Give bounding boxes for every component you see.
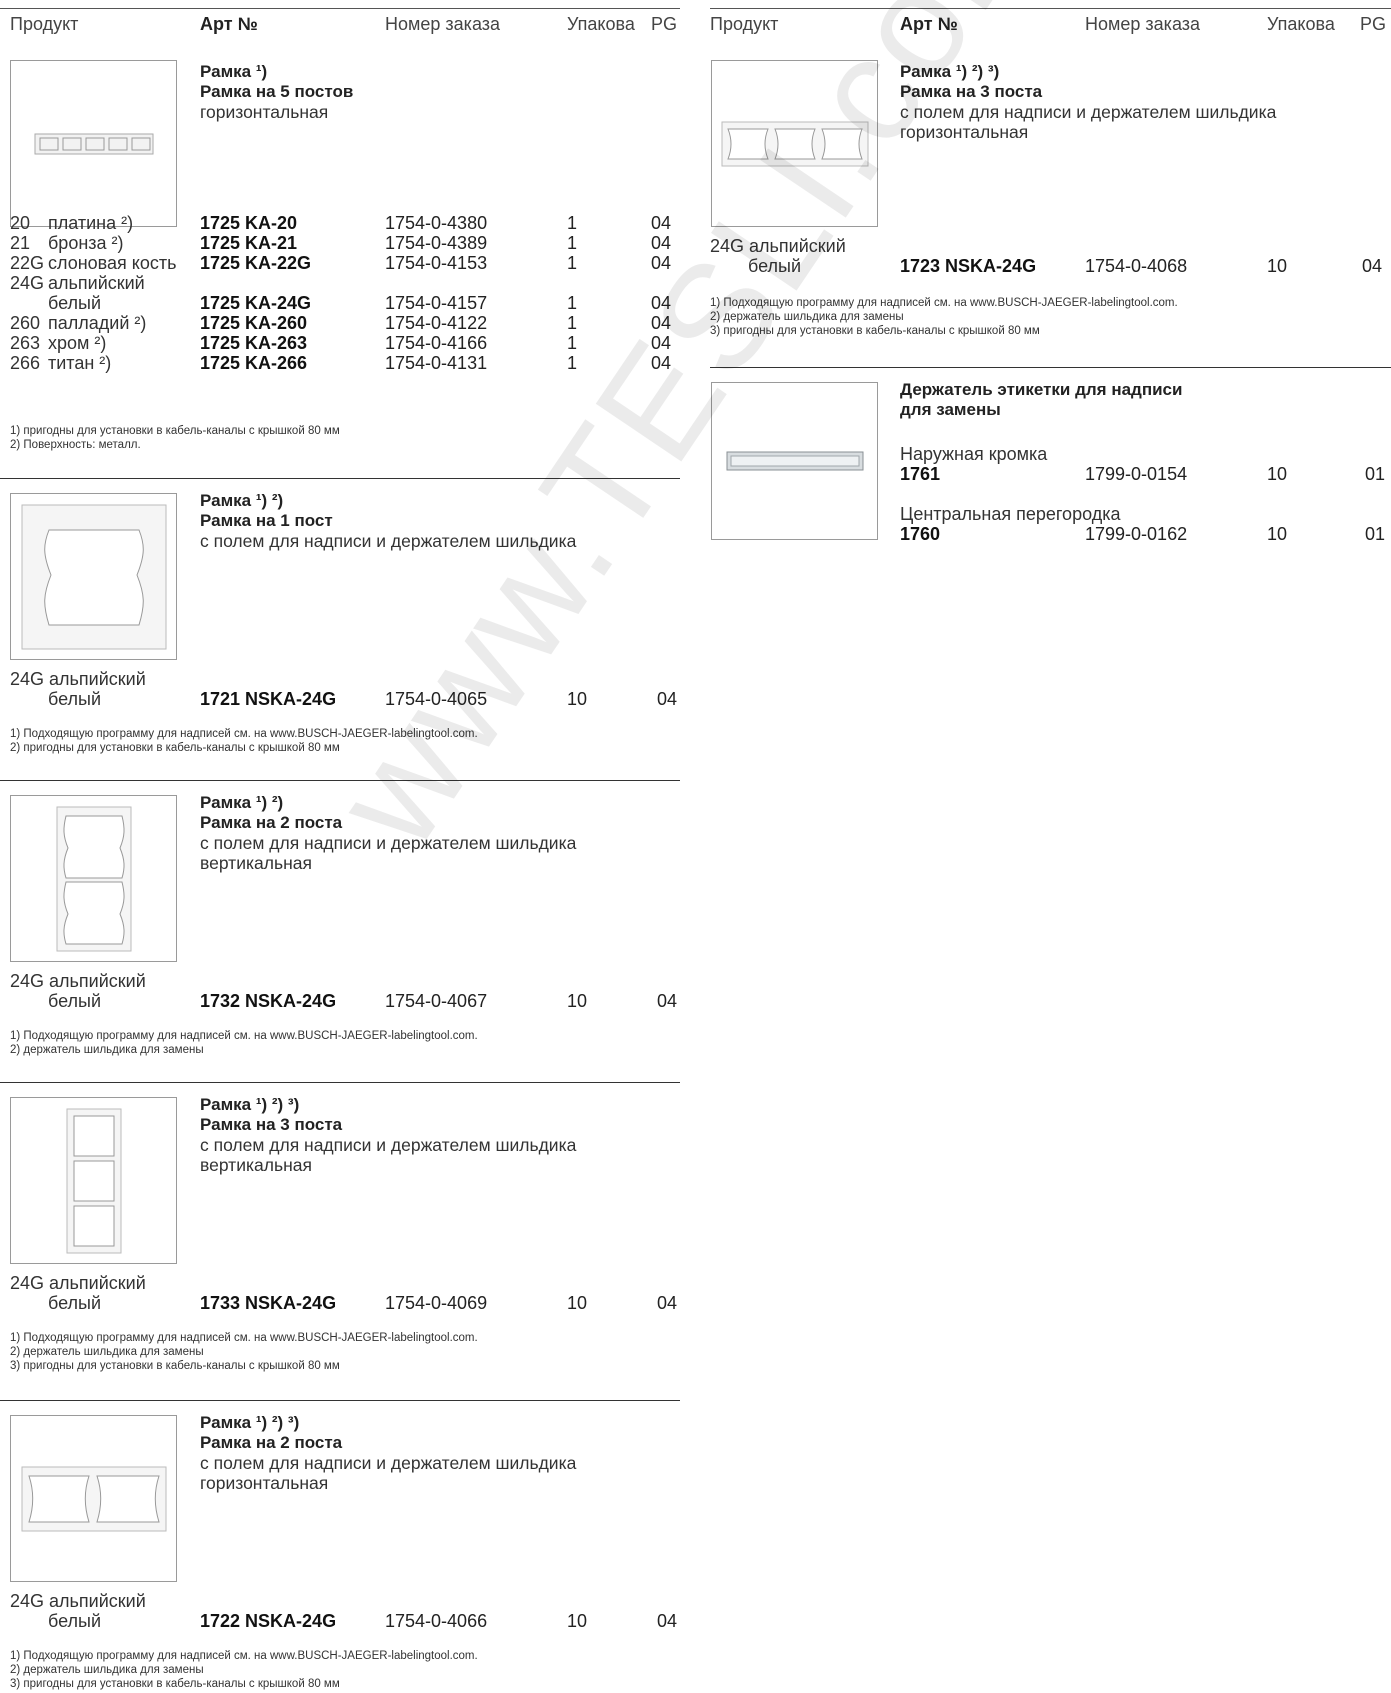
col-pack: Упакова [567,14,635,34]
section-subtitle: для замены [900,400,1001,419]
section-title: Рамка ¹) [200,62,268,81]
footnotes: 1) пригодны для установки в кабель-канал… [10,424,340,452]
section-title: Рамка ¹) ²) ³) [200,1413,300,1432]
footnotes: 1) Подходящую программу для надписей см.… [10,728,478,754]
footnote: 1) пригодны для установки в кабель-канал… [10,425,340,437]
section-desc-orientation: вертикальная [200,853,312,873]
section-subtitle: Рамка на 5 постов [200,82,354,101]
col-pg: PG [1360,14,1387,34]
product-image [711,60,878,227]
product-image [711,382,878,540]
col-art: Арт № [900,14,958,34]
section-subtitle: Рамка на 3 поста [900,82,1043,101]
product-image [10,493,177,660]
col-product: Продукт [710,14,779,34]
left-column: Продукт Арт № Номер заказа Упакова PG Ра… [0,0,680,1690]
section-title: Рамка ¹) ²) ³) [900,62,1000,81]
col-order: Номер заказа [385,14,501,34]
col-product: Продукт [10,14,79,34]
item-label: Центральная перегородка [900,504,1121,524]
product-image [10,1097,177,1264]
section-desc: с полем для надписи и держателем шильдик… [200,833,577,853]
footnotes: 1) Подходящую программу для надписей см.… [10,1650,478,1690]
section-desc: с полем для надписи и держателем шильдик… [200,1135,577,1155]
section-title: Рамка ¹) ²) [200,793,284,812]
product-image [10,795,177,962]
section-subtitle: Рамка на 2 поста [200,1433,343,1452]
section-desc: с полем для надписи и держателем шильдик… [200,1453,577,1473]
section-desc: с полем для надписи и держателем шильдик… [200,531,577,551]
section-desc: горизонтальная [200,102,329,122]
section-title: Рамка ¹) ²) ³) [200,1095,300,1114]
section-title: Держатель этикетки для надписи [900,380,1183,399]
product-image [10,60,177,227]
product-section-1-gang: Рамка ¹) ²) Рамка на 1 пост с полем для … [0,478,680,754]
section-subtitle: Рамка на 3 поста [200,1115,343,1134]
footnote: 2) Поверхность: металл. [10,439,141,451]
col-pack: Упакова [1267,14,1335,34]
section-subtitle: Рамка на 2 поста [200,813,343,832]
product-section-label-holder: Держатель этикетки для надписи для замен… [710,367,1391,544]
col-pg: PG [651,14,678,34]
footnotes: 1) Подходящую программу для надписей см.… [710,297,1178,337]
product-image [10,1415,177,1582]
item-label: Наружная кромка [900,444,1048,464]
right-column: Продукт Арт № Номер заказа Упакова PG Ра… [710,0,1391,544]
product-section-3-gang-vertical: Рамка ¹) ²) ³) Рамка на 3 поста с полем … [0,1082,680,1372]
col-order: Номер заказа [1085,14,1201,34]
section-desc-orientation: горизонтальная [900,122,1029,142]
section-title: Рамка ¹) ²) [200,491,284,510]
product-section-2-gang-horizontal: Рамка ¹) ²) ³) Рамка на 2 поста с полем … [0,1400,680,1690]
section-desc: с полем для надписи и держателем шильдик… [900,102,1277,122]
section-desc-orientation: горизонтальная [200,1473,329,1493]
table-header: Продукт Арт № Номер заказа Упакова PG [0,8,680,49]
footnotes: 1) Подходящую программу для надписей см.… [10,1332,478,1372]
product-section-2-gang-vertical: Рамка ¹) ²) Рамка на 2 поста с полем для… [0,780,680,1056]
table-header: Продукт Арт № Номер заказа Упакова PG [710,8,1391,49]
col-art: Арт № [200,14,258,34]
footnotes: 1) Подходящую программу для надписей см.… [10,1030,478,1056]
section-subtitle: Рамка на 1 пост [200,511,333,530]
section-desc-orientation: вертикальная [200,1155,312,1175]
